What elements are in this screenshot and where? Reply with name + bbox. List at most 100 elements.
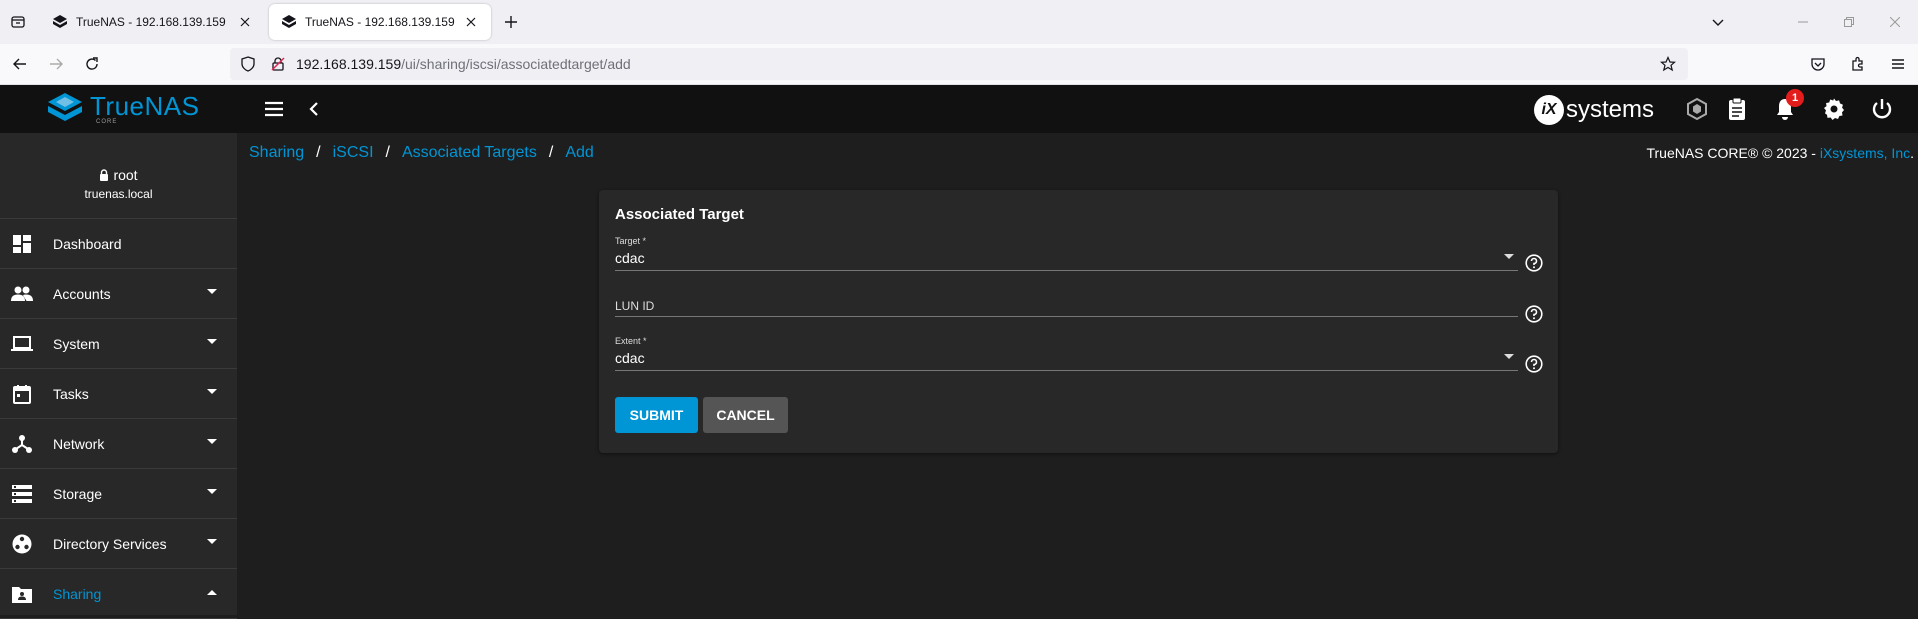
cancel-button[interactable]: CANCEL (703, 397, 788, 433)
submit-button[interactable]: SUBMIT (615, 397, 698, 433)
notification-count-badge: 1 (1786, 89, 1804, 107)
lock-icon (99, 169, 109, 181)
extent-label: Extent * (615, 336, 647, 346)
truenas-favicon-icon (52, 14, 68, 30)
collapse-sidebar-icon[interactable] (298, 93, 330, 125)
sidebar-item-label: Accounts (53, 285, 111, 302)
sidebar-item-network[interactable]: Network (0, 419, 237, 469)
extensions-icon[interactable] (1838, 48, 1878, 80)
browser-toolbar-right (1798, 48, 1918, 80)
storage-icon (10, 482, 34, 506)
field-underline (615, 270, 1518, 271)
copyright-notice: TrueNAS CORE® © 2023 - iXsystems, Inc. (1646, 145, 1914, 161)
minimize-icon[interactable] (1780, 0, 1826, 44)
caret-down-icon (207, 339, 217, 345)
extent-value: cdac (615, 350, 645, 366)
lun-id-help-icon[interactable] (1525, 305, 1543, 323)
browser-tab-2[interactable]: TrueNAS - 192.168.139.159 (269, 4, 491, 40)
address-bar[interactable]: 192.168.139.159/ui/sharing/iscsi/associa… (230, 48, 1688, 80)
sidebar-item-label: Tasks (53, 385, 89, 402)
bookmark-star-icon[interactable] (1656, 52, 1680, 76)
caret-up-icon (207, 589, 217, 595)
lun-id-input[interactable]: LUN ID (615, 298, 1518, 317)
browser-tab-bar: TrueNAS - 192.168.139.159 TrueNAS - 192.… (0, 0, 1918, 44)
breadcrumb-associated-targets[interactable]: Associated Targets (402, 144, 537, 162)
directory-icon (10, 532, 34, 556)
tab-title: TrueNAS - 192.168.139.159 (305, 15, 455, 29)
close-window-icon[interactable] (1872, 0, 1918, 44)
sidebar-item-tasks[interactable]: Tasks (0, 369, 237, 419)
breadcrumb-add[interactable]: Add (565, 144, 593, 162)
browser-tab-1[interactable]: TrueNAS - 192.168.139.159 (40, 4, 265, 40)
power-icon[interactable] (1866, 93, 1898, 125)
browser-nav-bar: 192.168.139.159/ui/sharing/iscsi/associa… (0, 44, 1918, 85)
url-text: 192.168.139.159/ui/sharing/iscsi/associa… (296, 56, 631, 72)
logo-text: TrueNAS (90, 90, 200, 121)
truecommand-icon[interactable] (1681, 93, 1713, 125)
field-underline (615, 370, 1518, 371)
sidebar-item-label: Dashboard (53, 235, 122, 252)
breadcrumb-sharing[interactable]: Sharing (249, 144, 304, 162)
hamburger-menu-icon[interactable] (258, 93, 290, 125)
user-name: root (0, 167, 237, 183)
target-help-icon[interactable] (1525, 254, 1543, 272)
dropdown-arrow-icon (1504, 254, 1514, 259)
sidebar-item-sharing[interactable]: Sharing (0, 569, 237, 619)
list-all-tabs-icon[interactable] (1702, 6, 1734, 38)
tab-title: TrueNAS - 192.168.139.159 (76, 15, 226, 29)
settings-gear-icon[interactable] (1818, 93, 1850, 125)
ix-logo-icon: iX (1534, 95, 1564, 125)
ixsystems-logo[interactable]: iX systems (1534, 95, 1654, 125)
truenas-logo[interactable]: TrueNAS (46, 91, 199, 125)
shield-icon[interactable] (236, 52, 260, 76)
calendar-icon (10, 382, 34, 406)
close-tab-icon[interactable] (237, 14, 253, 30)
accounts-icon (10, 282, 34, 306)
task-manager-icon[interactable] (1721, 93, 1753, 125)
target-select[interactable]: Target * cdac (615, 236, 1518, 271)
url-host: 192.168.139.159 (296, 56, 402, 72)
extent-help-icon[interactable] (1525, 355, 1543, 373)
form-title: Associated Target (615, 206, 744, 223)
back-icon[interactable] (4, 48, 36, 80)
caret-down-icon (207, 439, 217, 445)
laptop-icon (10, 332, 34, 356)
sidebar-item-dashboard[interactable]: Dashboard (0, 219, 237, 269)
user-info: root truenas.local (0, 133, 237, 219)
copyright-text: TrueNAS CORE® © 2023 - (1646, 145, 1820, 161)
hostname-text: truenas.local (84, 187, 153, 201)
menu-icon[interactable] (1878, 48, 1918, 80)
restore-icon[interactable] (1826, 0, 1872, 44)
breadcrumb-separator: / (385, 144, 390, 161)
sidebar-item-storage[interactable]: Storage (0, 469, 237, 519)
insecure-lock-icon[interactable] (266, 52, 290, 76)
sharing-icon (10, 582, 34, 606)
tab-groups-icon[interactable] (0, 4, 36, 40)
ixsystems-link[interactable]: iXsystems, Inc (1820, 145, 1910, 161)
pocket-icon[interactable] (1798, 48, 1838, 80)
truenas-favicon-icon (281, 14, 297, 30)
caret-down-icon (207, 389, 217, 395)
page-subheader: Sharing / iSCSI / Associated Targets / A… (237, 133, 1918, 173)
main-content: Associated Target Target * cdac LUN ID E… (237, 173, 1918, 615)
reload-icon[interactable] (76, 48, 108, 80)
extent-select[interactable]: Extent * cdac (615, 336, 1518, 371)
sidebar-item-directory-services[interactable]: Directory Services (0, 519, 237, 569)
new-tab-icon[interactable] (495, 6, 527, 38)
associated-target-form-card: Associated Target Target * cdac LUN ID E… (599, 190, 1558, 453)
sidebar-item-label: Network (53, 435, 105, 452)
window-controls (1780, 0, 1918, 44)
url-path: /ui/sharing/iscsi/associatedtarget/add (401, 56, 631, 72)
sidebar-item-label: Sharing (53, 585, 102, 602)
username-text: root (113, 167, 138, 183)
sidebar-item-system[interactable]: System (0, 319, 237, 369)
forward-icon[interactable] (40, 48, 72, 80)
network-icon (10, 432, 34, 456)
sidebar-item-accounts[interactable]: Accounts (0, 269, 237, 319)
breadcrumb-separator: / (316, 144, 321, 161)
caret-down-icon (207, 489, 217, 495)
lun-id-placeholder: LUN ID (615, 299, 655, 313)
close-tab-icon[interactable] (463, 14, 479, 30)
sidebar: root truenas.local Dashboard Accounts Sy… (0, 133, 237, 619)
breadcrumb-iscsi[interactable]: iSCSI (333, 144, 374, 162)
